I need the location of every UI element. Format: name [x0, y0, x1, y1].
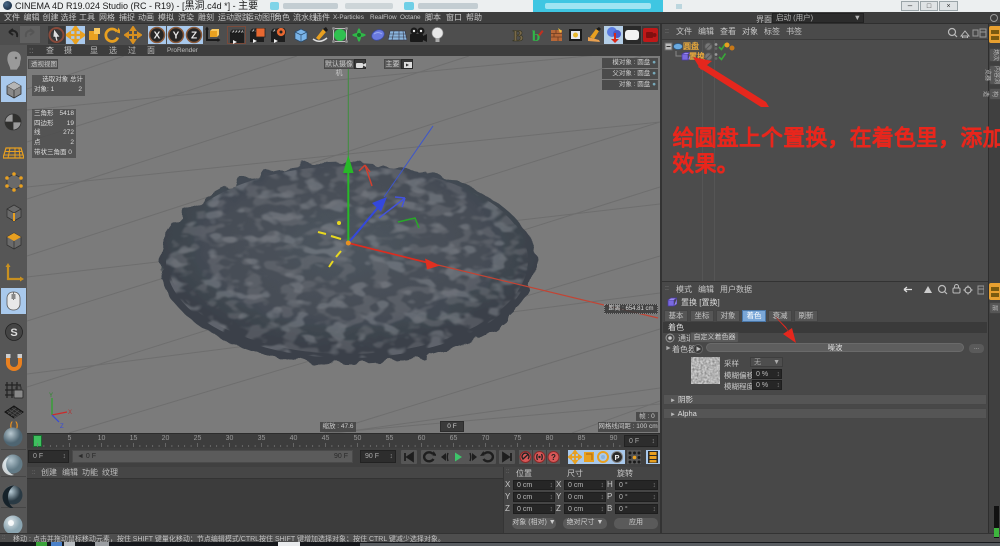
svg-text:B: B: [513, 28, 524, 44]
svg-text:X: X: [154, 31, 161, 42]
svg-text:?: ?: [551, 453, 556, 462]
svg-text:X: X: [68, 410, 72, 416]
svg-text:b: b: [532, 29, 540, 44]
svg-text:Y: Y: [49, 393, 53, 399]
svg-text:Z: Z: [60, 424, 64, 430]
svg-text:Y: Y: [172, 31, 179, 42]
svg-text:P: P: [614, 453, 619, 462]
svg-text:Z: Z: [191, 31, 197, 42]
svg-text:S: S: [10, 327, 17, 339]
